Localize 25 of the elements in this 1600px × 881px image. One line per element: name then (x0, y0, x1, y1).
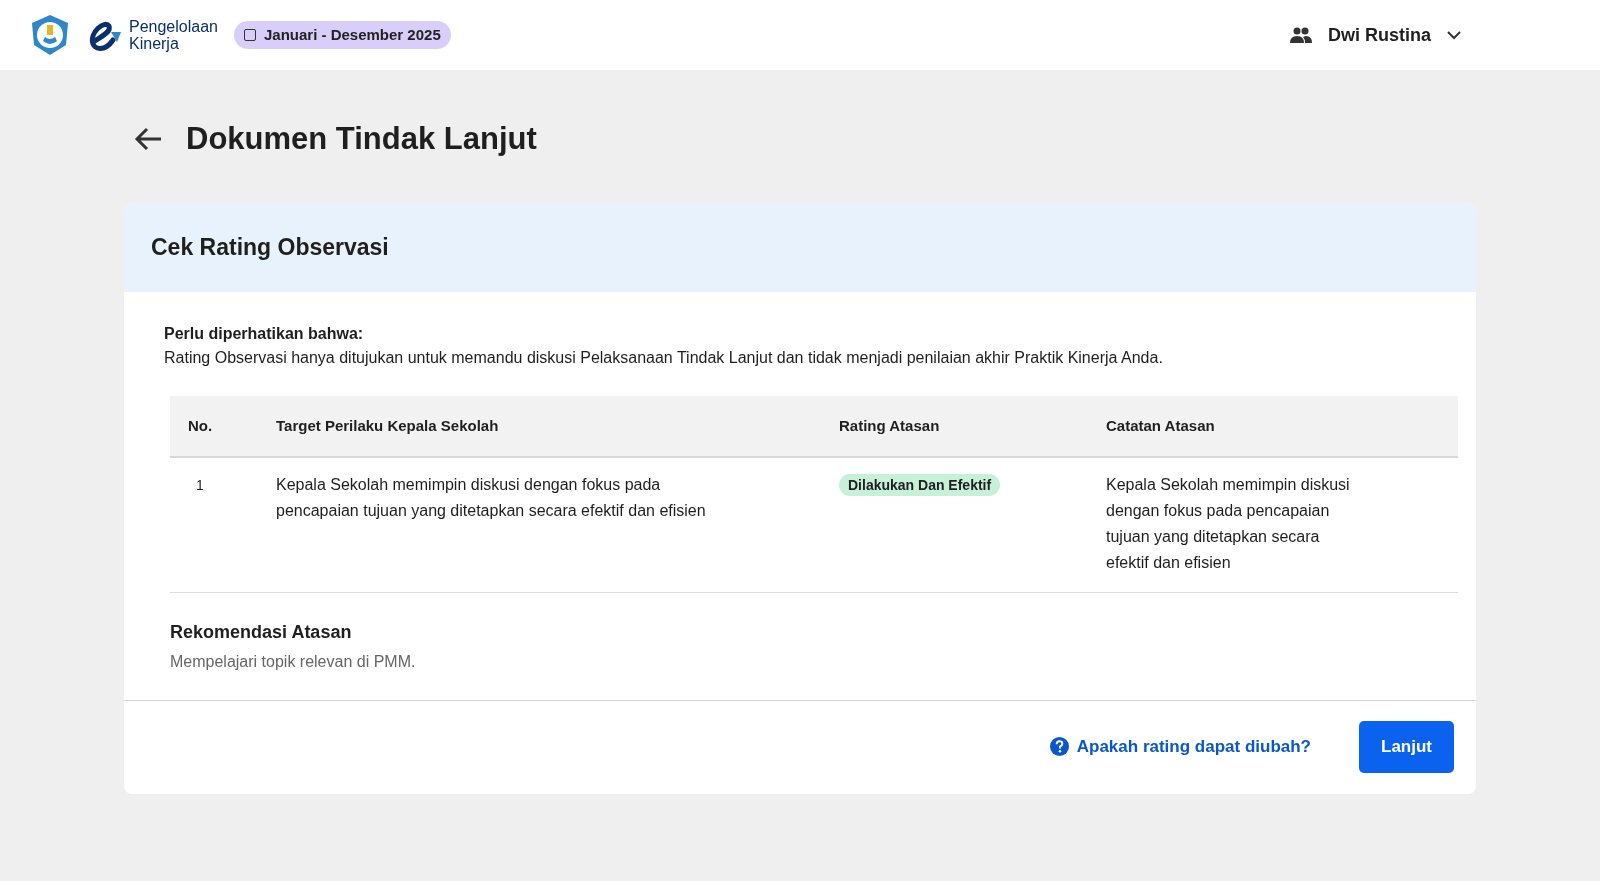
period-text: Januari - Desember 2025 (263, 24, 441, 45)
help-icon (1049, 737, 1069, 757)
card-title: Cek Rating Observasi (124, 203, 1476, 292)
column-header: No. (170, 395, 258, 458)
app-name: Pengelolaan Kinerja (129, 18, 218, 52)
back-arrow-icon[interactable] (134, 126, 162, 151)
column-header: Rating Atasan (821, 395, 1088, 458)
page-title: Dokumen Tindak Lanjut (186, 120, 537, 158)
calendar-icon (243, 29, 256, 41)
row-number: 1 (170, 457, 258, 593)
rating-badge: Dilakukan Dan Efektif (839, 474, 1001, 497)
notice-title: Perlu diperhatikan bahwa: (164, 323, 365, 344)
target-text: Kepala Sekolah memimpin diskusi dengan fokus pada pencapaian tujuan yang ditetapkan secara efektif dan efisien (276, 475, 707, 522)
note-text: Kepala Sekolah memimpin diskusi dengan fokus pada pencapaian tujuan yang ditetapkan secara efektif dan efisien (1106, 475, 1351, 574)
help-link[interactable]: Apakah rating dapat diubah? (1049, 734, 1311, 760)
next-button[interactable]: Lanjut (1359, 721, 1454, 773)
users-icon (1290, 27, 1312, 43)
chevron-down-icon[interactable] (1447, 30, 1461, 40)
notice-text: Rating Observasi hanya ditujukan untuk memandu diskusi Pelaksanaan Tindak Lanjut dan tidak menjadi penilaian akhir Praktik Kinerja Anda. (164, 347, 1164, 368)
emblem-icon (29, 14, 71, 56)
column-header: Catatan Atasan (1088, 395, 1458, 458)
recommendation-title: Rekomendasi Atasan (170, 621, 353, 645)
user-name[interactable]: Dwi Rustina (1328, 21, 1431, 49)
column-header: Target Perilaku Kepala Sekolah (258, 395, 821, 458)
recommendation-text: Mempelajari topik relevan di PMM. (170, 652, 417, 673)
